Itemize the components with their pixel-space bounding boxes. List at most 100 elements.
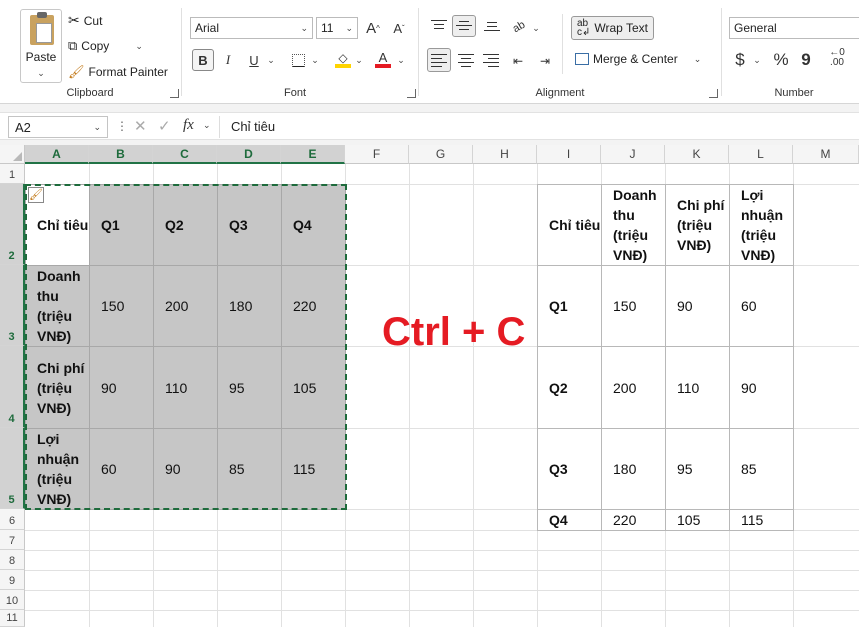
fill-color-icon[interactable]: ◇ (332, 49, 354, 71)
column-header[interactable]: L (729, 145, 793, 164)
column-header[interactable]: B (89, 145, 153, 164)
row-header[interactable]: 1 (0, 164, 25, 184)
chevron-down-icon[interactable]: ⌄ (203, 120, 211, 131)
align-bottom-icon[interactable] (484, 22, 500, 36)
chevron-down-icon[interactable]: ⌄ (354, 49, 364, 71)
chevron-down-icon[interactable]: ⌄ (396, 49, 406, 71)
increase-font-icon[interactable]: A ^ (362, 17, 384, 39)
copy-button[interactable]: ⧉ Copy ⌄ (68, 38, 143, 54)
table-cell[interactable]: 180 (601, 428, 666, 510)
chevron-down-icon[interactable]: ⌄ (266, 49, 276, 71)
row-header[interactable]: 6 (0, 509, 25, 530)
table-cell[interactable]: 85 (729, 428, 794, 510)
comma-style-icon[interactable]: 9 (798, 49, 814, 71)
table-cell[interactable]: Q4 (537, 509, 602, 531)
underline-button[interactable]: U (244, 49, 264, 71)
chevron-down-icon[interactable]: ⌄ (310, 49, 320, 71)
more-options-icon[interactable]: ⋮ (116, 119, 128, 133)
align-top-icon[interactable] (431, 20, 447, 34)
chevron-down-icon[interactable]: ⌄ (694, 54, 702, 65)
table-cell[interactable]: 200 (601, 346, 666, 429)
align-center-icon[interactable] (458, 54, 474, 68)
row-header[interactable]: 4 (0, 346, 25, 428)
column-header[interactable]: A (25, 145, 89, 164)
table-header-cell[interactable]: Chi phí (triệu VNĐ) (665, 184, 730, 266)
row-header[interactable]: 8 (0, 550, 25, 570)
cell-text: Lợi nhuận (triệu VNĐ) (741, 187, 783, 263)
currency-icon[interactable]: $ (732, 49, 748, 71)
chevron-down-icon[interactable]: ⌄ (531, 17, 541, 39)
align-right-icon[interactable] (483, 54, 499, 68)
table-cell[interactable]: 60 (729, 265, 794, 347)
table-cell[interactable]: 220 (601, 509, 666, 531)
table-cell[interactable]: 90 (665, 265, 730, 347)
clipboard-launcher-icon[interactable] (170, 89, 179, 98)
chevron-down-icon[interactable]: ⌄ (135, 41, 143, 52)
column-header[interactable]: C (153, 145, 217, 164)
decrease-font-icon[interactable]: Aˇ (388, 17, 410, 39)
merge-center-button[interactable]: Merge & Center ⌄ (575, 52, 701, 66)
row-header[interactable]: 7 (0, 530, 25, 550)
column-header[interactable]: I (537, 145, 601, 164)
column-header[interactable]: J (601, 145, 665, 164)
formula-input[interactable]: Chỉ tiêu (231, 119, 275, 134)
font-launcher-icon[interactable] (407, 89, 416, 98)
column-header[interactable]: E (281, 145, 345, 164)
increase-indent-icon[interactable]: ⇥ (535, 50, 555, 72)
table-cell[interactable]: Q3 (537, 428, 602, 510)
format-painter-button[interactable]: 🖌 Format Painter (68, 64, 168, 80)
font-color-icon[interactable]: A (372, 49, 394, 71)
row-header[interactable]: 11 (0, 610, 25, 627)
clipboard-group-label: Clipboard (66, 87, 114, 99)
font-group-label: Font (283, 87, 306, 99)
table-cell[interactable]: 95 (665, 428, 730, 510)
number-format-select[interactable]: General (729, 17, 859, 39)
table-cell[interactable]: 90 (729, 346, 794, 429)
column-header[interactable]: G (409, 145, 473, 164)
bold-button[interactable]: B (192, 49, 214, 71)
row-header[interactable]: 10 (0, 590, 25, 610)
percent-icon[interactable]: % (772, 49, 790, 71)
row-number: 11 (6, 612, 18, 624)
row-header[interactable]: 5 (0, 428, 25, 509)
table-cell[interactable]: 110 (665, 346, 730, 429)
paste-button[interactable]: Paste ⌄ (20, 9, 62, 83)
copy-icon: ⧉ (68, 38, 78, 53)
column-header[interactable]: K (665, 145, 729, 164)
cut-button[interactable]: ✂ Cut (68, 12, 102, 29)
name-box[interactable]: A2 ⌄ (8, 116, 108, 138)
insert-function-icon[interactable]: fx (183, 117, 194, 134)
font-family-select[interactable]: Arial ⌄ (190, 17, 313, 39)
table-header-cell[interactable]: Chỉ tiêu (537, 184, 602, 266)
enter-icon[interactable]: ✓ (158, 117, 171, 135)
chevron-down-icon: ⌄ (300, 22, 308, 33)
row-header[interactable]: 9 (0, 570, 25, 590)
cancel-icon[interactable]: ✕ (134, 117, 147, 135)
row-header[interactable]: 2 (0, 184, 25, 265)
row-number: 4 (8, 413, 15, 425)
decrease-indent-icon[interactable]: ⇤ (508, 50, 528, 72)
column-header[interactable]: M (793, 145, 859, 164)
table-cell[interactable]: 150 (601, 265, 666, 347)
table-cell[interactable]: Q1 (537, 265, 602, 347)
align-middle-lines (456, 21, 472, 35)
alignment-launcher-icon[interactable] (709, 89, 718, 98)
column-header[interactable]: F (345, 145, 409, 164)
wrap-text-button[interactable]: ab c↲ Wrap Text (571, 16, 654, 40)
font-size-select[interactable]: 11 ⌄ (316, 17, 358, 39)
chevron-down-icon: ⌄ (93, 121, 101, 132)
table-header-cell[interactable]: Doanh thu (triệu VNĐ) (601, 184, 666, 266)
select-all-corner[interactable] (0, 145, 25, 164)
italic-button[interactable]: I (218, 49, 238, 71)
increase-decimal-icon[interactable]: ←0.00 (824, 47, 850, 69)
column-header[interactable]: H (473, 145, 537, 164)
table-cell[interactable]: Q2 (537, 346, 602, 429)
borders-icon[interactable] (288, 49, 308, 71)
row-header[interactable]: 3 (0, 265, 25, 346)
table-cell[interactable]: 105 (665, 509, 730, 531)
table-header-cell[interactable]: Lợi nhuận (triệu VNĐ) (729, 184, 794, 266)
column-header[interactable]: D (217, 145, 281, 164)
orientation-icon[interactable]: ab (504, 12, 534, 42)
chevron-down-icon[interactable]: ⌄ (752, 49, 762, 71)
table-cell[interactable]: 115 (729, 509, 794, 531)
